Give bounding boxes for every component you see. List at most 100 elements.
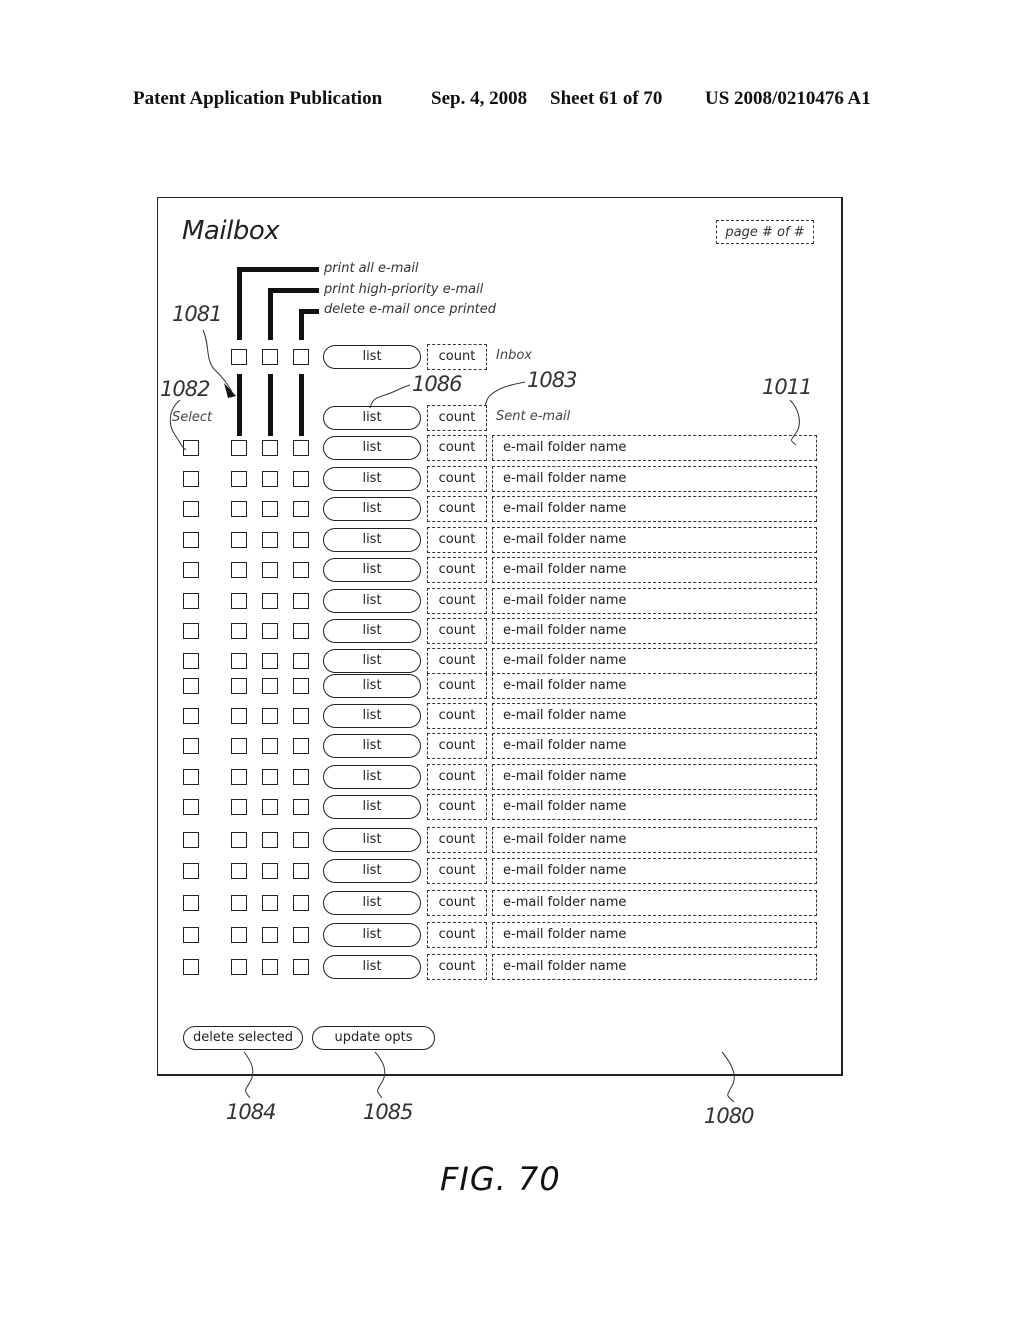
delete-once-printed-checkbox[interactable]	[293, 440, 309, 456]
delete-once-printed-checkbox[interactable]	[293, 708, 309, 724]
list-button[interactable]: list	[323, 765, 421, 789]
delete-once-printed-checkbox[interactable]	[293, 927, 309, 943]
print-all-checkbox[interactable]	[231, 895, 247, 911]
delete-once-printed-checkbox[interactable]	[293, 653, 309, 669]
print-all-checkbox[interactable]	[231, 799, 247, 815]
folder-name-field[interactable]: e-mail folder name	[492, 618, 817, 644]
select-checkbox[interactable]	[183, 562, 199, 578]
print-all-checkbox[interactable]	[231, 738, 247, 754]
list-button[interactable]: list	[323, 467, 421, 491]
delete-once-printed-checkbox[interactable]	[293, 532, 309, 548]
list-button[interactable]: list	[323, 795, 421, 819]
print-all-checkbox[interactable]	[231, 501, 247, 517]
folder-name-field[interactable]: e-mail folder name	[492, 954, 817, 980]
folder-name-field[interactable]: e-mail folder name	[492, 703, 817, 729]
select-checkbox[interactable]	[183, 769, 199, 785]
print-all-checkbox[interactable]	[231, 653, 247, 669]
list-button[interactable]: list	[323, 734, 421, 758]
select-checkbox[interactable]	[183, 501, 199, 517]
list-button[interactable]: list	[323, 345, 421, 369]
select-checkbox[interactable]	[183, 959, 199, 975]
print-all-checkbox[interactable]	[231, 708, 247, 724]
delete-once-printed-checkbox[interactable]	[293, 863, 309, 879]
select-checkbox[interactable]	[183, 440, 199, 456]
print-high-priority-checkbox[interactable]	[262, 799, 278, 815]
select-checkbox[interactable]	[183, 799, 199, 815]
print-all-checkbox[interactable]	[231, 863, 247, 879]
list-button[interactable]: list	[323, 558, 421, 582]
delete-once-printed-checkbox[interactable]	[293, 769, 309, 785]
print-high-priority-checkbox[interactable]	[262, 863, 278, 879]
list-button[interactable]: list	[323, 859, 421, 883]
delete-once-printed-checkbox[interactable]	[293, 349, 309, 365]
print-all-checkbox[interactable]	[231, 769, 247, 785]
folder-name-field[interactable]: e-mail folder name	[492, 858, 817, 884]
print-high-priority-checkbox[interactable]	[262, 440, 278, 456]
delete-once-printed-checkbox[interactable]	[293, 593, 309, 609]
delete-once-printed-checkbox[interactable]	[293, 471, 309, 487]
print-high-priority-checkbox[interactable]	[262, 349, 278, 365]
delete-once-printed-checkbox[interactable]	[293, 738, 309, 754]
print-all-checkbox[interactable]	[231, 678, 247, 694]
print-all-checkbox[interactable]	[231, 471, 247, 487]
list-button[interactable]: list	[323, 923, 421, 947]
folder-name-field[interactable]: e-mail folder name	[492, 466, 817, 492]
print-all-checkbox[interactable]	[231, 349, 247, 365]
select-checkbox[interactable]	[183, 593, 199, 609]
folder-name-field[interactable]: e-mail folder name	[492, 922, 817, 948]
list-button[interactable]: list	[323, 589, 421, 613]
folder-name-field[interactable]: e-mail folder name	[492, 588, 817, 614]
delete-once-printed-checkbox[interactable]	[293, 623, 309, 639]
select-checkbox[interactable]	[183, 863, 199, 879]
print-high-priority-checkbox[interactable]	[262, 501, 278, 517]
print-all-checkbox[interactable]	[231, 593, 247, 609]
select-checkbox[interactable]	[183, 532, 199, 548]
delete-selected-button[interactable]: delete selected	[183, 1026, 303, 1050]
select-checkbox[interactable]	[183, 927, 199, 943]
print-high-priority-checkbox[interactable]	[262, 678, 278, 694]
select-checkbox[interactable]	[183, 738, 199, 754]
print-high-priority-checkbox[interactable]	[262, 927, 278, 943]
print-high-priority-checkbox[interactable]	[262, 832, 278, 848]
select-checkbox[interactable]	[183, 623, 199, 639]
list-button[interactable]: list	[323, 891, 421, 915]
list-button[interactable]: list	[323, 528, 421, 552]
print-high-priority-checkbox[interactable]	[262, 532, 278, 548]
print-all-checkbox[interactable]	[231, 959, 247, 975]
print-high-priority-checkbox[interactable]	[262, 562, 278, 578]
print-high-priority-checkbox[interactable]	[262, 769, 278, 785]
folder-name-field[interactable]: e-mail folder name	[492, 673, 817, 699]
print-high-priority-checkbox[interactable]	[262, 471, 278, 487]
list-button[interactable]: list	[323, 497, 421, 521]
print-high-priority-checkbox[interactable]	[262, 708, 278, 724]
folder-name-field[interactable]: e-mail folder name	[492, 890, 817, 916]
select-checkbox[interactable]	[183, 832, 199, 848]
list-button[interactable]: list	[323, 674, 421, 698]
delete-once-printed-checkbox[interactable]	[293, 895, 309, 911]
select-checkbox[interactable]	[183, 653, 199, 669]
delete-once-printed-checkbox[interactable]	[293, 832, 309, 848]
print-all-checkbox[interactable]	[231, 440, 247, 456]
list-button[interactable]: list	[323, 436, 421, 460]
print-high-priority-checkbox[interactable]	[262, 895, 278, 911]
list-button[interactable]: list	[323, 704, 421, 728]
folder-name-field[interactable]: e-mail folder name	[492, 648, 817, 674]
list-button[interactable]: list	[323, 828, 421, 852]
list-button[interactable]: list	[323, 406, 421, 430]
select-checkbox[interactable]	[183, 895, 199, 911]
delete-once-printed-checkbox[interactable]	[293, 799, 309, 815]
folder-name-field[interactable]: e-mail folder name	[492, 794, 817, 820]
delete-once-printed-checkbox[interactable]	[293, 678, 309, 694]
folder-name-field[interactable]: e-mail folder name	[492, 557, 817, 583]
list-button[interactable]: list	[323, 955, 421, 979]
delete-once-printed-checkbox[interactable]	[293, 562, 309, 578]
print-high-priority-checkbox[interactable]	[262, 959, 278, 975]
list-button[interactable]: list	[323, 649, 421, 673]
select-checkbox[interactable]	[183, 471, 199, 487]
print-high-priority-checkbox[interactable]	[262, 623, 278, 639]
print-all-checkbox[interactable]	[231, 562, 247, 578]
folder-name-field[interactable]: e-mail folder name	[492, 496, 817, 522]
folder-name-field[interactable]: e-mail folder name	[492, 733, 817, 759]
print-all-checkbox[interactable]	[231, 532, 247, 548]
delete-once-printed-checkbox[interactable]	[293, 501, 309, 517]
